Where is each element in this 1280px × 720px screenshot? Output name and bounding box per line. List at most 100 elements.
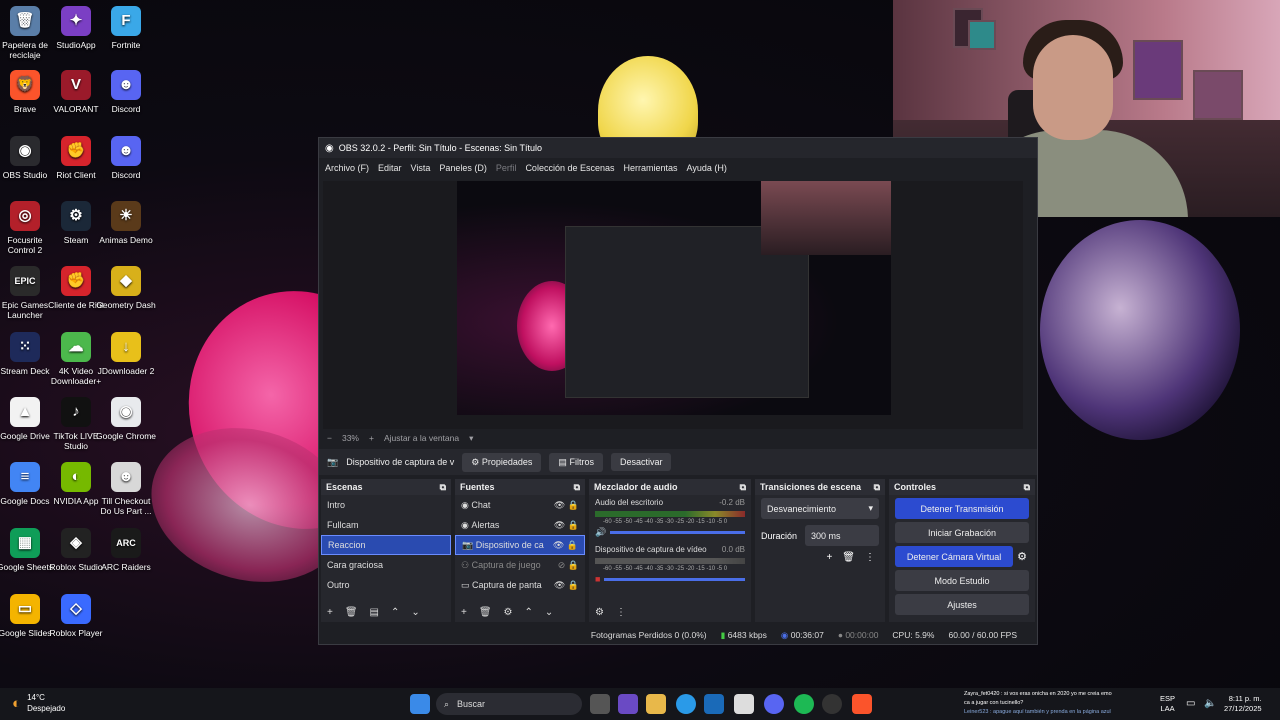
- remove-transition-button[interactable]: 🗑: [842, 552, 855, 563]
- eye-icon[interactable]: 👁 🔒: [554, 500, 579, 511]
- add-transition-button[interactable]: +: [826, 552, 832, 563]
- add-scene-button[interactable]: +: [327, 607, 333, 618]
- scene-item-selected[interactable]: Reaccion: [321, 535, 451, 555]
- desktop-icon[interactable]: ◉ Google Chrome: [96, 397, 156, 441]
- studio-mode-button[interactable]: Modo Estudio: [895, 570, 1029, 591]
- scene-item[interactable]: Fullcam: [321, 515, 451, 535]
- menu-ayuda[interactable]: Ayuda (H): [687, 163, 727, 173]
- obs-titlebar[interactable]: ◉ OBS 32.0.2 - Perfil: Sin Título - Esce…: [319, 138, 1037, 158]
- remove-source-button[interactable]: 🗑: [479, 607, 492, 618]
- desktop-icon[interactable]: ◇ Roblox Player: [46, 594, 106, 638]
- move-down-button[interactable]: ⌄: [411, 607, 419, 618]
- scenes-dock: Escenas ⧉ Intro Fullcam Reaccion Cara gra…: [321, 479, 451, 622]
- duration-label: Duración: [761, 530, 798, 541]
- desktop-icon[interactable]: ☻ Discord: [96, 70, 156, 114]
- discord-icon[interactable]: [764, 694, 784, 714]
- source-settings-button[interactable]: ⚙: [504, 607, 513, 618]
- dock-menu-icon[interactable]: ⧉: [440, 482, 446, 493]
- settings-button[interactable]: Ajustes: [895, 594, 1029, 615]
- volume-slider[interactable]: [604, 577, 745, 581]
- source-item[interactable]: ◉ Alertas 👁 🔒: [455, 515, 585, 535]
- desktop-icon[interactable]: ◆ Geometry Dash: [96, 266, 156, 310]
- app-icon[interactable]: [618, 694, 638, 714]
- scene-filters-button[interactable]: ▤: [370, 607, 379, 618]
- eye-icon[interactable]: 👁 🔒: [554, 520, 579, 531]
- obs-preview[interactable]: [323, 181, 1023, 429]
- store-icon[interactable]: [734, 694, 754, 714]
- valorant-icon: V: [61, 70, 91, 100]
- obs-window[interactable]: ◉ OBS 32.0.2 - Perfil: Sin Título - Esce…: [318, 137, 1038, 645]
- zoom-out-button[interactable]: −: [327, 433, 332, 443]
- source-item-selected[interactable]: 📷 Dispositivo de ca 👁 🔒: [455, 535, 585, 555]
- move-up-button[interactable]: ⌃: [391, 607, 399, 618]
- scene-item[interactable]: Intro: [321, 495, 451, 515]
- mixer-settings-icon[interactable]: ⚙: [595, 607, 604, 618]
- scene-item[interactable]: Cara graciosa: [321, 555, 451, 575]
- menu-archivo[interactable]: Archivo (F): [325, 163, 369, 173]
- signal-icon: ▮: [720, 629, 726, 640]
- volume-slider[interactable]: [610, 531, 745, 534]
- desktop-icon[interactable]: ☻ Till Checkout Do Us Part ...: [96, 462, 156, 516]
- chevron-down-icon[interactable]: ▾: [469, 433, 473, 444]
- transition-select[interactable]: Desvanecimiento ▾: [761, 498, 879, 519]
- source-item[interactable]: ▭ Captura de panta 👁 🔒: [455, 575, 585, 595]
- desktop-icon[interactable]: ARC ARC Raiders: [96, 528, 156, 572]
- dock-menu-icon[interactable]: ⧉: [574, 482, 580, 493]
- remove-scene-button[interactable]: 🗑: [345, 607, 358, 618]
- stop-virtual-camera-button[interactable]: Detener Cámara Virtual: [895, 546, 1014, 567]
- spotify-icon[interactable]: [794, 694, 814, 714]
- scene-item[interactable]: Outro: [321, 575, 451, 595]
- outlook-icon[interactable]: [704, 694, 724, 714]
- volume-icon[interactable]: 🔊: [595, 527, 606, 538]
- filters-button[interactable]: ▤ Filtros: [549, 452, 603, 472]
- fit-window-button[interactable]: Ajustar a la ventana: [384, 433, 459, 443]
- move-up-button[interactable]: ⌃: [525, 607, 533, 618]
- muted-icon[interactable]: ■: [595, 574, 600, 584]
- desktop-icon[interactable]: ☀ Animas Demo: [96, 201, 156, 245]
- scenes-title: Escenas: [326, 482, 363, 492]
- more-options-icon[interactable]: ⋮: [616, 607, 626, 618]
- menu-perfil[interactable]: Perfil: [496, 163, 517, 173]
- discord-icon: ☻: [111, 70, 141, 100]
- eye-off-icon[interactable]: ⊘ 🔒: [558, 560, 579, 571]
- source-item[interactable]: ◉ Chat 👁 🔒: [455, 495, 585, 515]
- clock[interactable]: 8:11 p. m. 27/12/2025: [1224, 694, 1262, 714]
- edge-icon[interactable]: [676, 694, 696, 714]
- dock-menu-icon[interactable]: ⧉: [1024, 482, 1030, 493]
- dock-menu-icon[interactable]: ⧉: [740, 482, 746, 493]
- volume-icon[interactable]: 🔈: [1204, 698, 1216, 709]
- file-explorer-icon[interactable]: [646, 694, 666, 714]
- controls-title: Controles: [894, 482, 937, 492]
- eye-icon[interactable]: 👁 🔒: [553, 540, 578, 551]
- add-source-button[interactable]: +: [461, 607, 467, 618]
- stop-stream-button[interactable]: Detener Transmisión: [895, 498, 1029, 519]
- search-box[interactable]: ⌕ Buscar: [436, 693, 582, 715]
- start-recording-button[interactable]: Iniciar Grabación: [895, 522, 1029, 543]
- desktop-icon[interactable]: F Fortnite: [96, 6, 156, 50]
- menu-vista[interactable]: Vista: [411, 163, 431, 173]
- brave-icon[interactable]: [852, 694, 872, 714]
- menu-editar[interactable]: Editar: [378, 163, 402, 173]
- deactivate-button[interactable]: Desactivar: [610, 453, 672, 471]
- eye-icon[interactable]: 👁 🔒: [554, 580, 579, 591]
- more-options-icon[interactable]: ⋮: [865, 552, 875, 563]
- duration-input[interactable]: 300 ms: [805, 525, 879, 546]
- zoom-in-button[interactable]: +: [369, 433, 374, 443]
- task-view-icon[interactable]: [590, 694, 610, 714]
- move-down-button[interactable]: ⌄: [545, 607, 553, 618]
- menu-paneles[interactable]: Paneles (D): [439, 163, 487, 173]
- weather-widget[interactable]: ◐ 14°C Despejado: [12, 692, 65, 714]
- desktop-icon[interactable]: ☻ Discord: [96, 136, 156, 180]
- network-icon[interactable]: ▭: [1186, 698, 1195, 709]
- start-icon[interactable]: [410, 694, 430, 714]
- obs-icon[interactable]: [822, 694, 842, 714]
- gear-icon[interactable]: ⚙: [1017, 550, 1027, 563]
- menu-coleccion-escenas[interactable]: Colección de Escenas: [525, 163, 614, 173]
- desktop-icon[interactable]: ↓ JDownloader 2: [96, 332, 156, 376]
- desktop-icon-label: ARC Raiders: [101, 562, 151, 572]
- dock-menu-icon[interactable]: ⧉: [874, 482, 880, 493]
- language-indicator[interactable]: ESP LAA: [1160, 694, 1175, 714]
- menu-herramientas[interactable]: Herramientas: [624, 163, 678, 173]
- properties-button[interactable]: ⚙ Propiedades: [462, 452, 542, 472]
- source-item[interactable]: ⚇ Captura de juego ⊘ 🔒: [455, 555, 585, 575]
